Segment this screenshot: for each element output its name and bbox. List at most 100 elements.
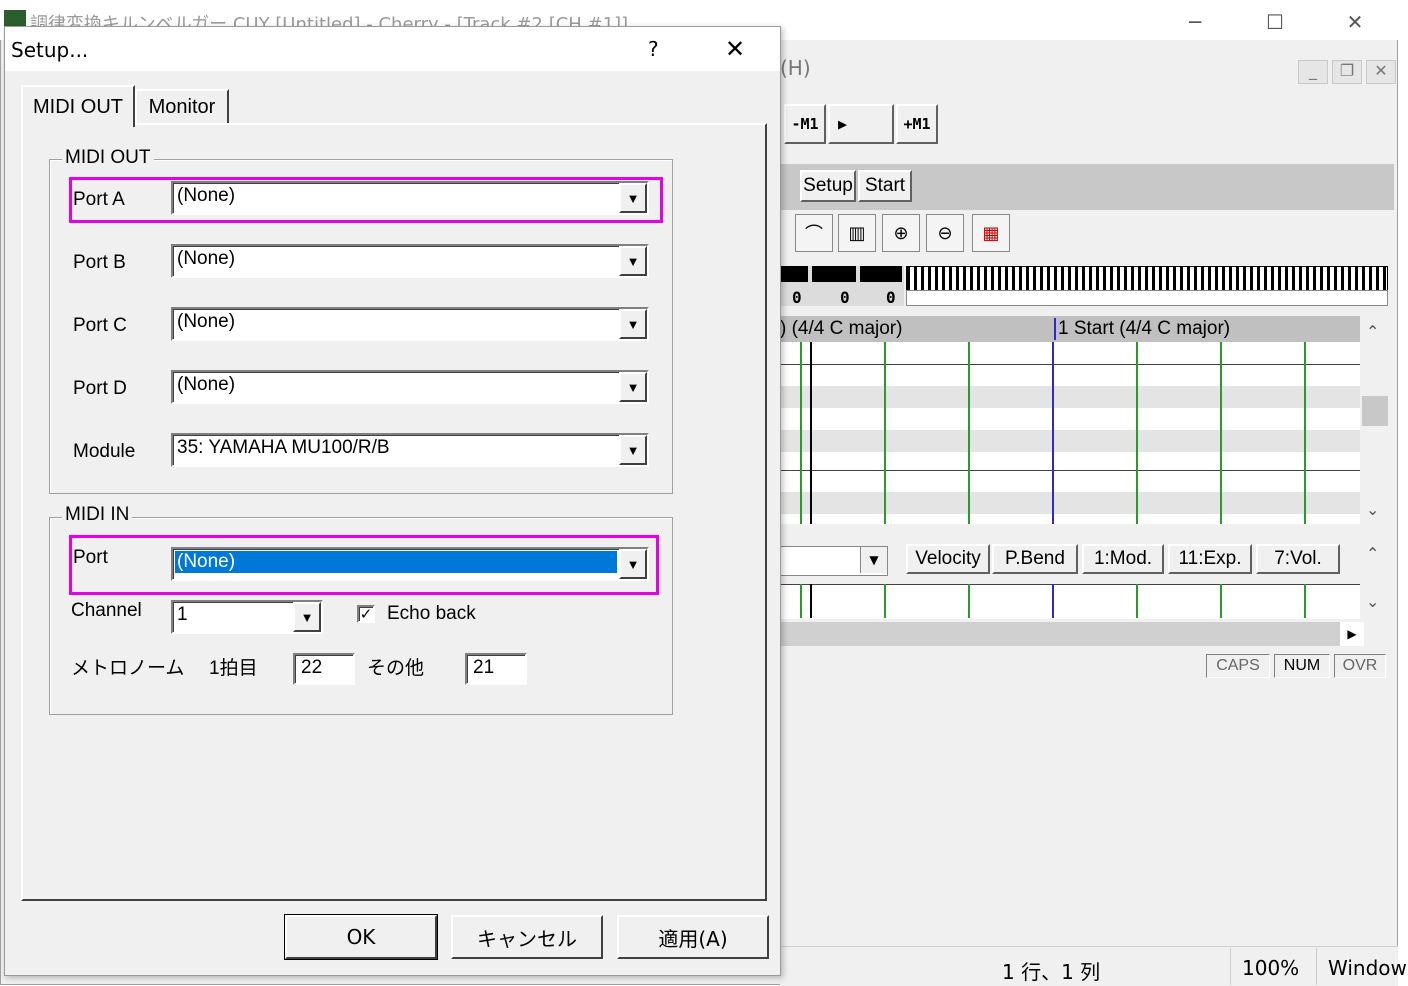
- first-beat-input[interactable]: 22: [293, 653, 355, 685]
- module-label: Module: [73, 441, 136, 462]
- midi-out-group-title: MIDI OUT: [62, 147, 154, 169]
- timeline-ruler[interactable]: ) (4/4 C major) 1 Start (4/4 C major): [780, 316, 1360, 342]
- tab-volume[interactable]: 7:Vol.: [1256, 544, 1340, 574]
- beat-line: [968, 342, 970, 524]
- apply-button[interactable]: 適用(A): [617, 915, 769, 959]
- port-c-value: (None): [177, 311, 236, 332]
- port-a-label: Port A: [73, 189, 125, 210]
- chevron-down-icon[interactable]: ▼: [619, 246, 647, 276]
- checkmark-icon: ✓: [359, 605, 373, 623]
- other-input[interactable]: 21: [465, 653, 527, 685]
- channel-label: Channel: [71, 600, 142, 621]
- beat-line: [1136, 584, 1138, 618]
- beat-line: [1304, 342, 1306, 524]
- mdi-close-icon[interactable]: ✕: [1366, 60, 1396, 84]
- midi-in-port-select[interactable]: (None) ▼: [171, 547, 649, 581]
- tab-pitch-bend[interactable]: P.Bend: [992, 544, 1078, 574]
- zoom-in-horizontal-icon[interactable]: ⊕: [882, 214, 920, 252]
- beat-line: [1220, 584, 1222, 618]
- port-b-select[interactable]: (None) ▼: [171, 244, 649, 278]
- dialog-title: Setup...: [11, 38, 89, 62]
- mdi-minimize-icon[interactable]: _: [1298, 60, 1328, 84]
- beat-line: [884, 584, 886, 618]
- status-zoom: 100%: [1242, 956, 1300, 980]
- port-d-label: Port D: [73, 378, 127, 399]
- scroll-thumb[interactable]: [1362, 396, 1388, 426]
- tab-midi-out[interactable]: MIDI OUT: [21, 85, 135, 127]
- scroll-right-icon[interactable]: ▶: [1340, 622, 1364, 646]
- close-icon[interactable]: ✕: [725, 35, 745, 63]
- port-c-select[interactable]: (None) ▼: [171, 307, 649, 341]
- roll-stripe: [780, 430, 1360, 452]
- cursor-line: [810, 342, 812, 524]
- beat-line: [800, 342, 802, 524]
- metronome-label: メトロノーム: [71, 658, 185, 679]
- measure-line: [1052, 342, 1054, 524]
- port-a-value: (None): [177, 185, 236, 206]
- cursor-line: [810, 584, 812, 618]
- curve-tool-icon[interactable]: ⌒: [795, 214, 833, 252]
- echo-back-label: Echo back: [387, 603, 476, 624]
- beat-line: [1304, 584, 1306, 618]
- chevron-down-icon[interactable]: ▼: [619, 435, 647, 465]
- horizontal-scrollbar[interactable]: ▶: [780, 622, 1364, 646]
- port-d-select[interactable]: (None) ▼: [171, 370, 649, 404]
- menu-help[interactable]: (H): [780, 56, 811, 80]
- waveform-tool-icon[interactable]: ▥: [838, 214, 876, 252]
- measure-line: [1052, 584, 1054, 618]
- start-button[interactable]: Start: [858, 170, 912, 202]
- setup-button[interactable]: Setup: [800, 170, 856, 202]
- controller-select[interactable]: ▼: [780, 546, 888, 576]
- chevron-down-icon[interactable]: ▼: [619, 549, 647, 579]
- ok-button[interactable]: OK: [284, 914, 438, 960]
- beat-line: [884, 342, 886, 524]
- chevron-down-icon[interactable]: ▼: [619, 372, 647, 402]
- prev-marker-button[interactable]: -M1: [784, 104, 826, 144]
- minimize-icon[interactable]: ─: [1180, 10, 1210, 34]
- status-caps: CAPS: [1206, 654, 1270, 678]
- mdi-restore-icon[interactable]: ❐: [1332, 60, 1362, 84]
- maximize-icon[interactable]: ☐: [1260, 10, 1290, 34]
- controller-grid[interactable]: [780, 584, 1360, 619]
- zoom-out-horizontal-icon[interactable]: ⊖: [926, 214, 964, 252]
- counter-value: 0: [792, 288, 802, 307]
- close-icon[interactable]: ✕: [1340, 10, 1370, 34]
- beat-line: [800, 584, 802, 618]
- port-b-value: (None): [177, 248, 236, 269]
- module-select[interactable]: 35: YAMAHA MU100/R/B ▼: [171, 433, 649, 467]
- help-icon[interactable]: ?: [648, 37, 659, 61]
- play-button[interactable]: ▶: [828, 104, 894, 144]
- status-position: 1 行、1 列: [1002, 960, 1101, 984]
- clear-tool-icon[interactable]: ▦: [972, 214, 1010, 252]
- chevron-down-icon[interactable]: ▼: [860, 547, 887, 573]
- roll-line: [780, 470, 1360, 471]
- setup-dialog: Setup... ? ✕ MIDI OUT Monitor MIDI OUT P…: [4, 26, 781, 976]
- channel-select[interactable]: 1 ▼: [171, 600, 323, 634]
- channel-value: 1: [177, 604, 188, 625]
- port-a-select[interactable]: (None) ▼: [171, 181, 649, 215]
- beat-line: [968, 584, 970, 618]
- scroll-up-icon[interactable]: ⌃: [1366, 322, 1379, 341]
- module-value: 35: YAMAHA MU100/R/B: [177, 437, 390, 458]
- roll-line: [780, 364, 1360, 365]
- scroll-up-icon[interactable]: ⌃: [1366, 544, 1379, 563]
- echo-back-checkbox[interactable]: ✓: [357, 605, 375, 623]
- tab-modulation[interactable]: 1:Mod.: [1082, 544, 1164, 574]
- cancel-button[interactable]: キャンセル: [451, 915, 603, 959]
- ruler-start-label: 1 Start (4/4 C major): [1054, 318, 1230, 340]
- chevron-down-icon[interactable]: ▼: [619, 309, 647, 339]
- chevron-down-icon[interactable]: ▼: [293, 602, 321, 632]
- scroll-down-icon[interactable]: ⌄: [1366, 500, 1379, 519]
- tab-monitor[interactable]: Monitor: [135, 89, 229, 125]
- chevron-down-icon[interactable]: ▼: [619, 183, 647, 213]
- roll-stripe: [780, 386, 1360, 408]
- first-beat-label: 1拍目: [209, 658, 258, 679]
- tab-velocity[interactable]: Velocity: [906, 544, 990, 574]
- other-label: その他: [367, 658, 425, 679]
- beat-line: [1220, 342, 1222, 524]
- status-ovr: OVR: [1334, 654, 1386, 678]
- scroll-down-icon[interactable]: ⌄: [1366, 592, 1379, 611]
- tab-expression[interactable]: 11:Exp.: [1168, 544, 1252, 574]
- next-marker-button[interactable]: +M1: [896, 104, 938, 144]
- piano-keyboard[interactable]: [906, 266, 1388, 292]
